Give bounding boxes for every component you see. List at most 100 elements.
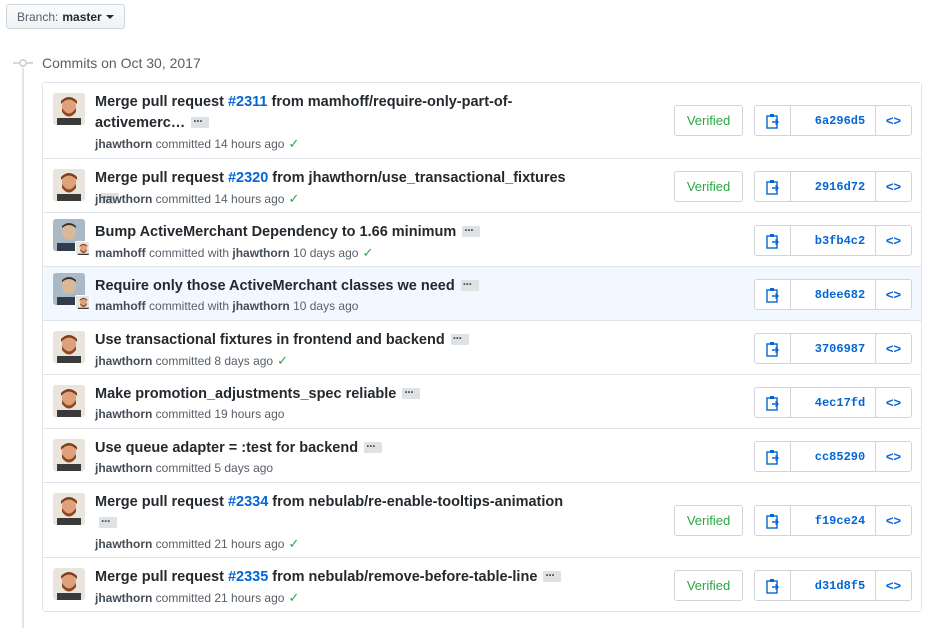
commit-message-text[interactable]: Merge pull request <box>95 170 228 186</box>
status-check-icon[interactable]: ✓ <box>288 590 299 605</box>
pull-request-link[interactable]: #2311 <box>228 94 268 110</box>
copy-sha-button[interactable] <box>755 226 791 255</box>
author-name[interactable]: jhawthorn <box>95 192 152 206</box>
author-name[interactable]: jhawthorn <box>95 591 152 605</box>
copy-sha-button[interactable] <box>755 172 791 201</box>
author-name[interactable]: mamhoff <box>95 299 146 313</box>
author-avatar[interactable] <box>53 331 85 363</box>
avatar-stack[interactable] <box>53 219 90 256</box>
browse-code-button[interactable]: <> <box>875 333 912 364</box>
author-avatar[interactable] <box>53 93 85 125</box>
expand-message-button[interactable] <box>460 274 479 295</box>
browse-code-button[interactable]: <> <box>875 570 912 601</box>
author-avatar[interactable] <box>53 169 85 201</box>
commit-message[interactable]: Make promotion_adjustments_spec reliable <box>95 382 585 405</box>
author-avatar[interactable] <box>53 439 85 471</box>
sha-button-group: 4ec17fd <box>754 387 890 418</box>
copy-sha-button[interactable] <box>755 280 791 309</box>
sha-button-group: d31d8f5 <box>754 570 890 601</box>
author-name[interactable]: jhawthorn <box>95 407 152 421</box>
browse-code-button[interactable]: <> <box>875 279 912 310</box>
browse-code-button[interactable]: <> <box>875 225 912 256</box>
copy-sha-button[interactable] <box>755 506 791 535</box>
commit-message[interactable]: Use queue adapter = :test for backend <box>95 436 585 459</box>
commit-time: 14 hours ago <box>214 137 285 151</box>
expand-message-button[interactable] <box>462 220 481 241</box>
pull-request-link[interactable]: #2335 <box>228 569 268 585</box>
author-avatar[interactable] <box>53 385 85 417</box>
pull-request-link[interactable]: #2320 <box>228 170 268 186</box>
committer-name[interactable]: jhawthorn <box>232 246 289 260</box>
expand-message-button[interactable] <box>99 511 117 532</box>
commit-message-text[interactable]: Bump ActiveMerchant Dependency to 1.66 m… <box>95 224 456 240</box>
author-avatar[interactable] <box>53 493 85 525</box>
commit-row: Merge pull request #2311 from mamhoff/re… <box>43 83 921 158</box>
commit-list: Merge pull request #2311 from mamhoff/re… <box>42 82 922 612</box>
browse-code-button[interactable]: <> <box>875 505 912 536</box>
code-icon: <> <box>885 287 902 302</box>
commit-message-text[interactable]: Make promotion_adjustments_spec reliable <box>95 386 396 402</box>
committer-avatar[interactable] <box>75 295 90 310</box>
commit-meta: mamhoff committed with jhawthorn 10 days… <box>95 299 358 313</box>
commit-message-branch[interactable]: from nebulab/re-enable-tooltips-animatio… <box>268 494 563 510</box>
expand-message-button[interactable] <box>450 328 469 349</box>
commit-group-title: Commits on Oct 30, 2017 <box>42 55 201 71</box>
commit-message-text[interactable]: Merge pull request <box>95 569 228 585</box>
commit-message[interactable]: Require only those ActiveMerchant classe… <box>95 274 585 297</box>
commit-time: 21 hours ago <box>214 591 285 605</box>
status-check-icon[interactable]: ✓ <box>288 536 299 551</box>
commit-meta: mamhoff committed with jhawthorn 10 days… <box>95 245 373 261</box>
committer-avatar[interactable] <box>75 241 90 256</box>
verified-badge[interactable]: Verified <box>674 105 743 136</box>
code-icon: <> <box>885 341 902 356</box>
commit-message-text[interactable]: Use queue adapter = :test for backend <box>95 440 358 456</box>
expand-message-button[interactable] <box>364 436 383 457</box>
browse-code-button[interactable]: <> <box>875 441 912 472</box>
author-name[interactable]: jhawthorn <box>95 461 152 475</box>
sha-button-group: 6a296d5 <box>754 105 890 136</box>
author-name[interactable]: jhawthorn <box>95 354 152 368</box>
commit-message[interactable]: Bump ActiveMerchant Dependency to 1.66 m… <box>95 220 585 243</box>
copy-sha-button[interactable] <box>755 571 791 600</box>
browse-code-button[interactable]: <> <box>875 171 912 202</box>
expand-message-button[interactable] <box>543 565 562 586</box>
status-check-icon[interactable]: ✓ <box>288 191 299 206</box>
verified-badge[interactable]: Verified <box>674 505 743 536</box>
expand-message-button[interactable] <box>191 111 210 132</box>
status-check-icon[interactable]: ✓ <box>277 353 288 368</box>
caret-down-icon <box>105 14 114 19</box>
status-check-icon[interactable]: ✓ <box>362 245 373 260</box>
verified-badge[interactable]: Verified <box>674 570 743 601</box>
sha-button-group: b3fb4c2 <box>754 225 890 256</box>
commit-message[interactable]: Merge pull request #2334 from nebulab/re… <box>95 492 585 534</box>
expand-message-button[interactable] <box>402 382 421 403</box>
commit-time: 8 days ago <box>214 354 274 368</box>
clipboard-icon <box>765 341 779 357</box>
browse-code-button[interactable]: <> <box>875 387 912 418</box>
author-name[interactable]: jhawthorn <box>95 137 152 151</box>
author-name[interactable]: mamhoff <box>95 246 146 260</box>
avatar-stack[interactable] <box>53 273 90 310</box>
verified-badge[interactable]: Verified <box>674 171 743 202</box>
commit-message[interactable]: Merge pull request #2335 from nebulab/re… <box>95 565 585 588</box>
commit-message-text[interactable]: Merge pull request <box>95 94 228 110</box>
commit-message-text[interactable]: Require only those ActiveMerchant classe… <box>95 278 455 294</box>
author-name[interactable]: jhawthorn <box>95 537 152 551</box>
browse-code-button[interactable]: <> <box>875 105 912 136</box>
author-avatar[interactable] <box>53 568 85 600</box>
copy-sha-button[interactable] <box>755 334 791 363</box>
commit-message-text[interactable]: Merge pull request <box>95 494 228 510</box>
copy-sha-button[interactable] <box>755 106 791 135</box>
copy-sha-button[interactable] <box>755 388 791 417</box>
pull-request-link[interactable]: #2334 <box>228 494 268 510</box>
commit-message[interactable]: Merge pull request #2311 from mamhoff/re… <box>95 92 585 134</box>
committed-label: committed <box>155 407 212 421</box>
commit-message-branch[interactable]: from nebulab/remove-before-table-line <box>268 569 537 585</box>
commit-message[interactable]: Use transactional fixtures in frontend a… <box>95 328 585 351</box>
committer-name[interactable]: jhawthorn <box>232 299 289 313</box>
status-check-icon[interactable]: ✓ <box>288 136 299 151</box>
branch-select-button[interactable]: Branch: master <box>6 4 125 29</box>
commit-message-text[interactable]: Use transactional fixtures in frontend a… <box>95 332 445 348</box>
copy-sha-button[interactable] <box>755 442 791 471</box>
commit-message-branch[interactable]: from jhawthorn/use_transactional_fixture… <box>268 170 565 186</box>
